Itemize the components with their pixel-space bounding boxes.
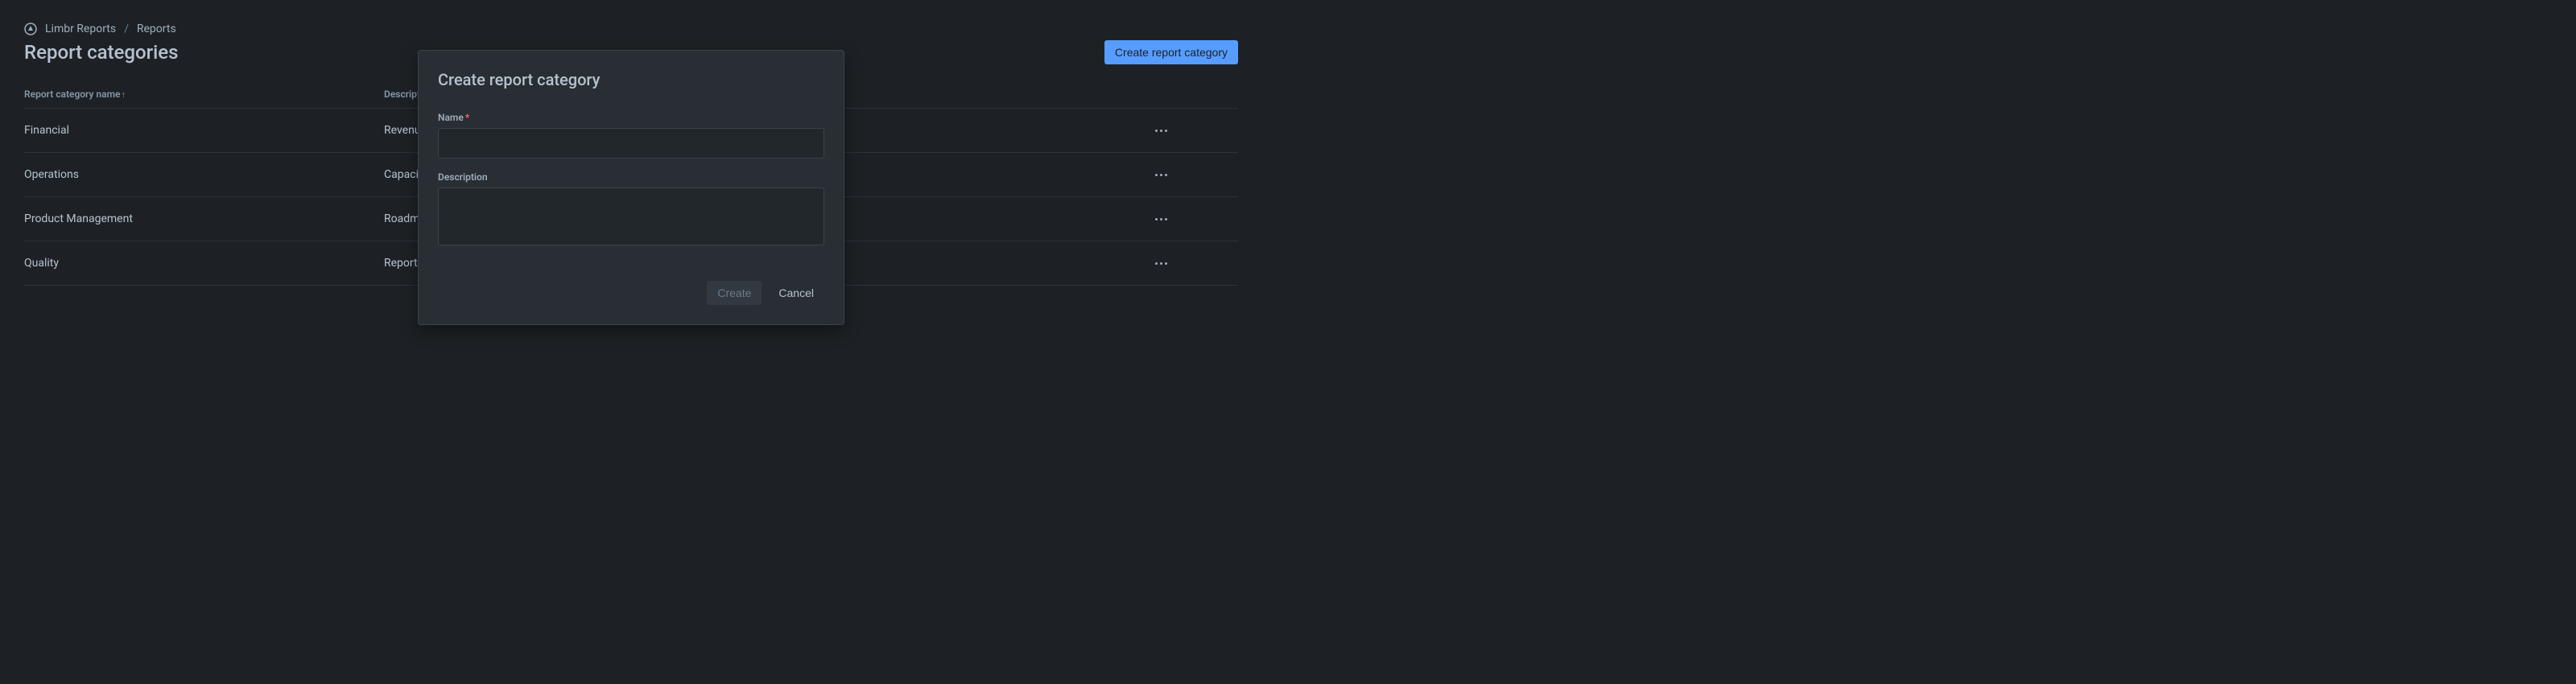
cancel-button[interactable]: Cancel xyxy=(768,281,824,305)
modal-title: Create report category xyxy=(438,70,824,89)
name-field-label: Name* xyxy=(438,112,824,123)
create-category-modal: Create report category Name* Description… xyxy=(418,50,844,325)
name-input[interactable] xyxy=(438,128,824,159)
modal-overlay: Create report category Name* Description… xyxy=(0,0,1262,336)
name-field-label-text: Name xyxy=(438,112,464,123)
description-field-label: Description xyxy=(438,171,824,183)
description-textarea[interactable] xyxy=(438,187,824,245)
create-button[interactable]: Create xyxy=(707,281,762,305)
required-indicator: * xyxy=(465,112,469,123)
